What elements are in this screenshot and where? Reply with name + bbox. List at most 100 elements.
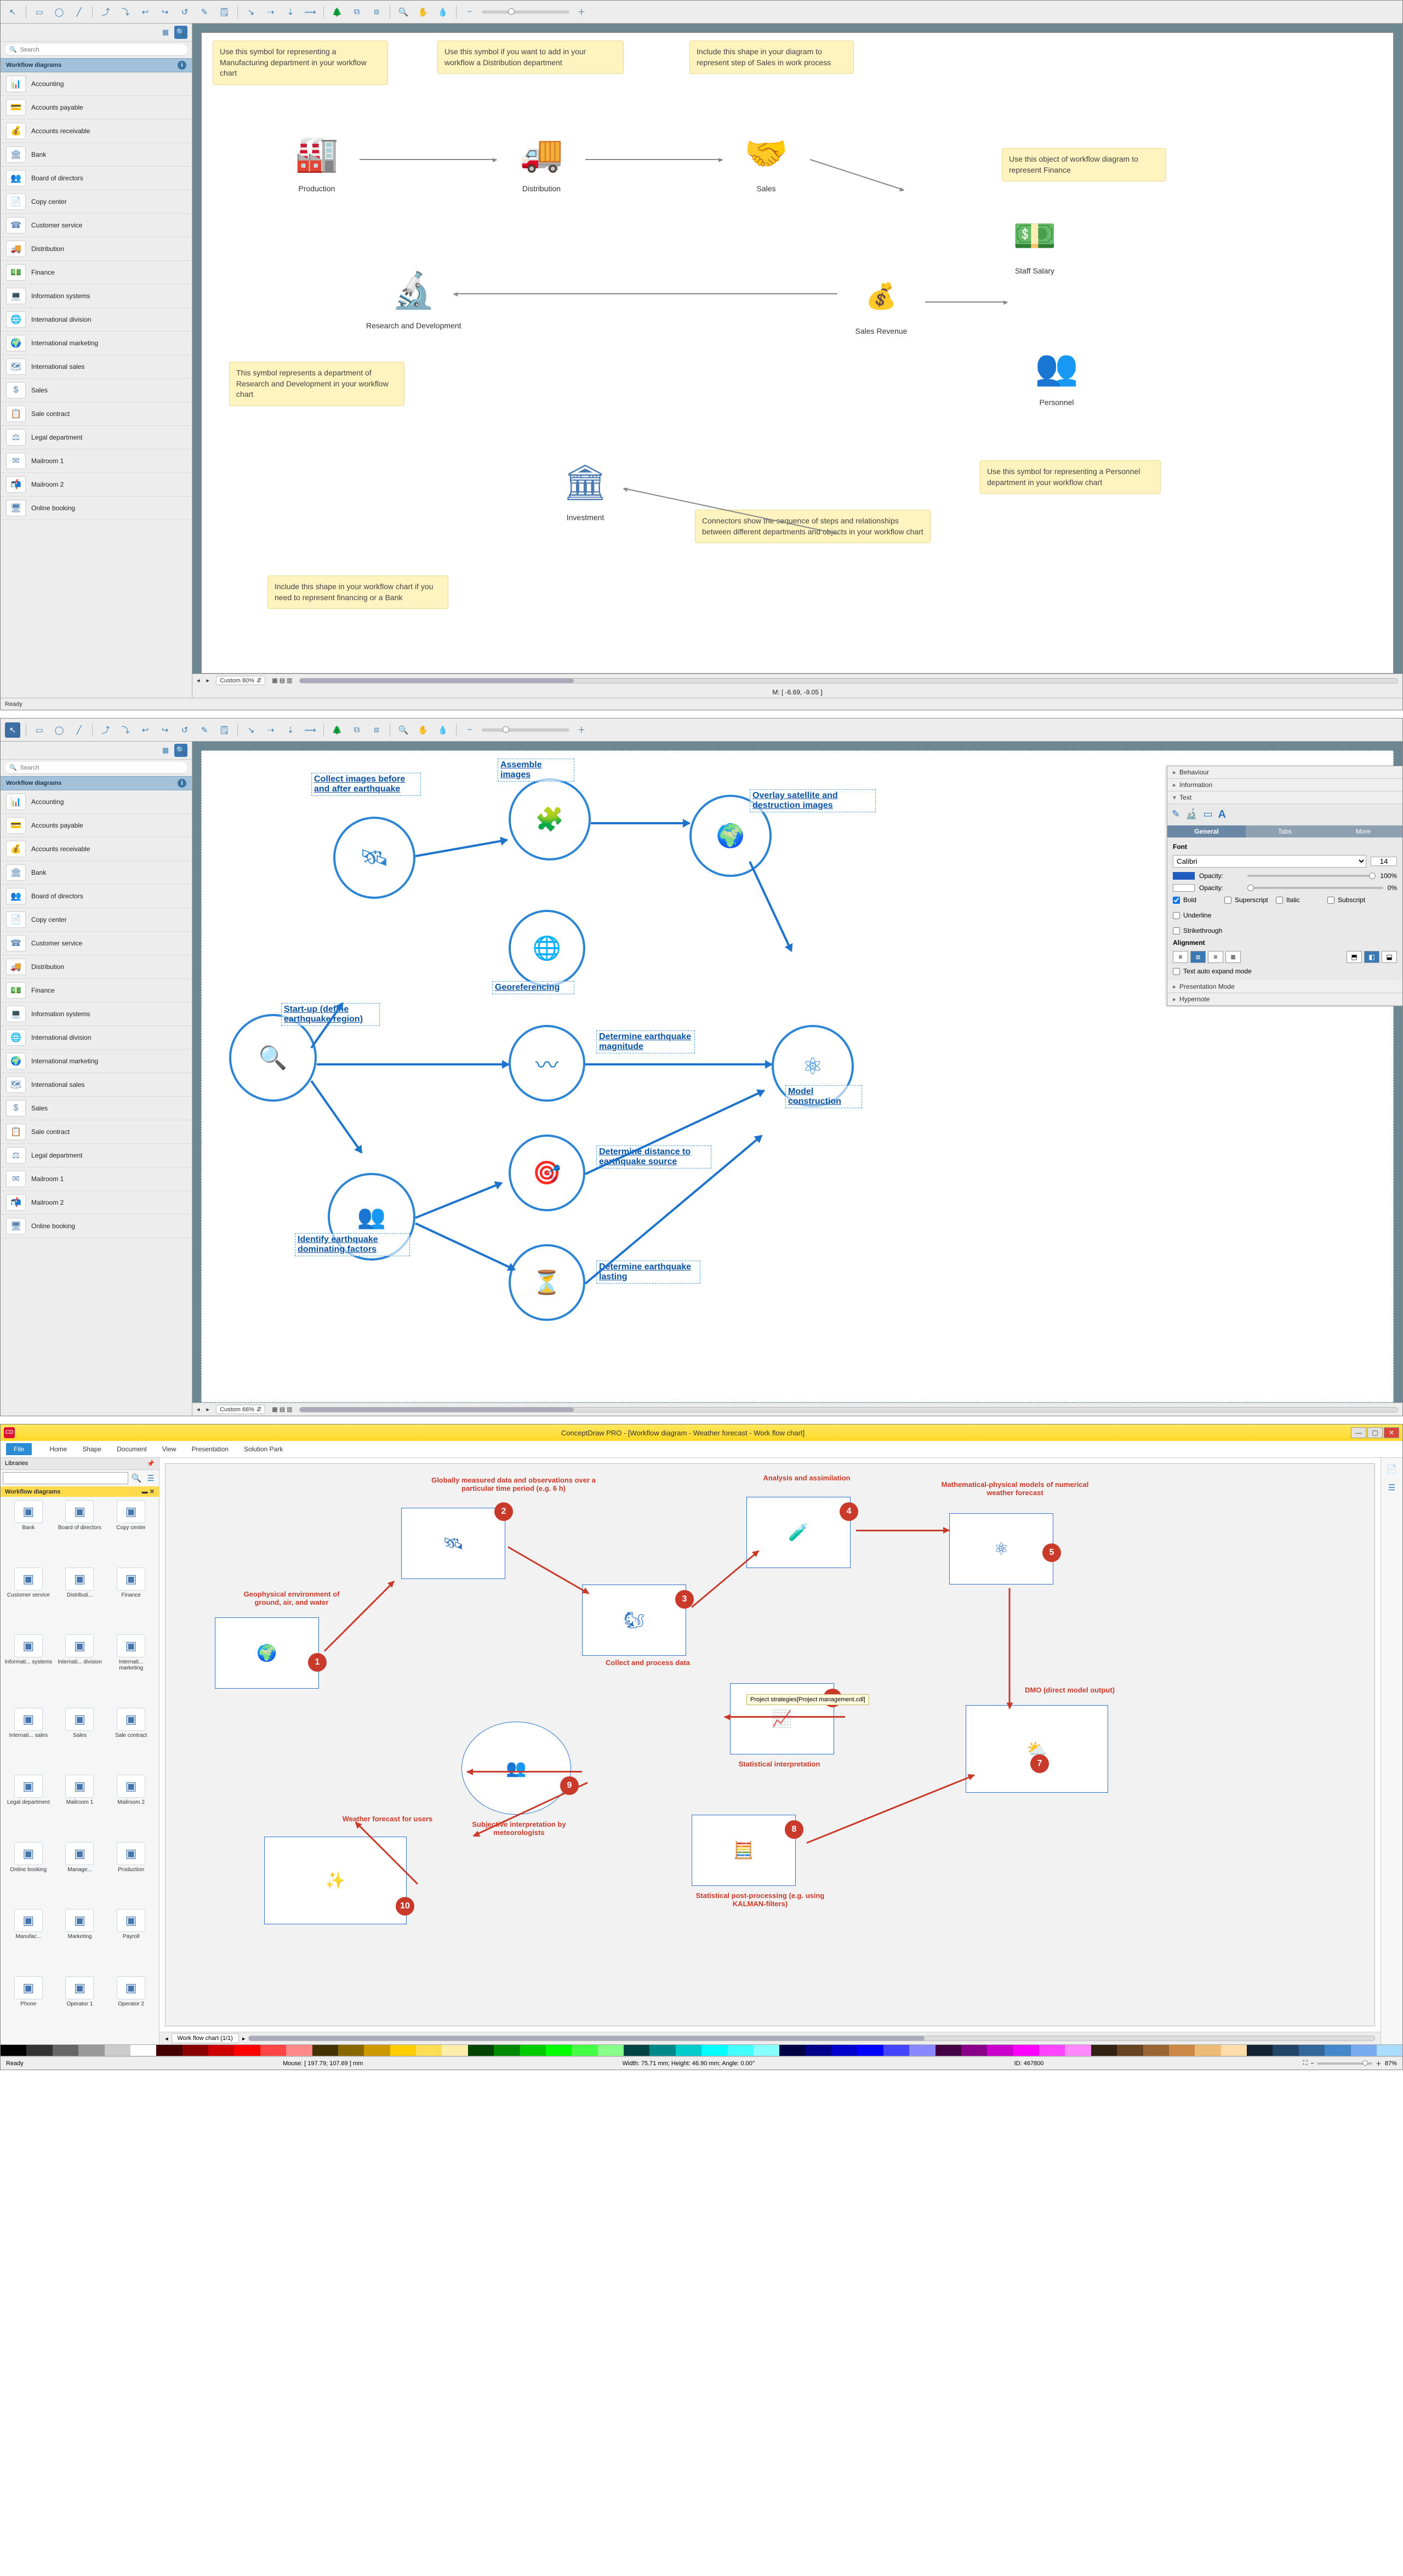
align-justify-icon[interactable]: ≣ [1225,951,1241,963]
palette-swatch[interactable] [546,2045,572,2056]
palette-swatch[interactable] [1169,2045,1195,2056]
palette-swatch[interactable] [338,2045,364,2056]
zoom-control[interactable]: Custom 80% ⇵ [216,676,265,685]
palette-swatch[interactable] [936,2045,961,2056]
tab-next-icon[interactable]: ▸ [242,2035,246,2042]
palette-swatch[interactable] [156,2045,182,2056]
layers-icon[interactable]: ☰ [1384,1480,1400,1495]
palette-swatch[interactable] [53,2045,78,2056]
library-grid-item[interactable]: ▣Board of directors [55,1500,105,1565]
palette-swatch[interactable] [416,2045,442,2056]
palette-swatch[interactable] [1195,2045,1221,2056]
library-grid-item[interactable]: ▣Sale contract [106,1708,156,1773]
node-sales-revenue[interactable]: 💰 Sales Revenue [848,269,914,335]
p3-library-header[interactable]: Workflow diagrams ▬ ✕ [1,1486,159,1497]
palette-swatch[interactable] [468,2045,494,2056]
tool-eyedrop-icon[interactable]: 💧 [435,4,450,20]
search-input[interactable] [20,47,183,53]
palette-swatch[interactable] [728,2045,754,2056]
library-grid-item[interactable]: ▣Phone [4,1976,53,2042]
library-item[interactable]: 🖥Online booking [1,1215,192,1238]
node-distance[interactable]: 🎯 [509,1135,585,1211]
library-item[interactable]: 💳Accounts payable [1,814,192,837]
palette-swatch[interactable] [1013,2045,1039,2056]
wf-node-1[interactable]: 🌍 [215,1617,319,1689]
h-scrollbar[interactable] [299,1407,1398,1412]
pin-icon[interactable]: 📌 [147,1460,155,1467]
library-item[interactable]: 💵Finance [1,261,192,284]
close-icon[interactable]: ✕ [150,1489,155,1495]
library-grid-item[interactable]: ▣Informati... systems [4,1634,53,1706]
library-item[interactable]: $Sales [1,379,192,402]
check-strike[interactable]: Strikethrough [1173,927,1397,934]
tool-conn1-icon[interactable]: ⤴ [98,4,113,20]
palette-swatch[interactable] [1143,2045,1169,2056]
inspector-section-behaviour[interactable]: Behaviour [1167,766,1402,779]
palette-swatch[interactable] [598,2045,624,2056]
palette-swatch[interactable] [312,2045,338,2056]
library-item[interactable]: 📊Accounting [1,790,192,814]
opacity-line-slider[interactable] [1247,887,1383,889]
palette-swatch[interactable] [806,2045,831,2056]
tool-zoomin-icon[interactable]: ＋ [574,4,589,20]
tool-zoom-in-icon[interactable]: 🔍 [396,4,411,20]
p3-diagram-canvas[interactable]: 🌍 1 Geophysical environment of ground, a… [165,1463,1375,2026]
library-grid-item[interactable]: ▣Internati... division [55,1634,105,1706]
tool-line-icon[interactable]: ╱ [71,4,87,20]
tab-more[interactable]: More [1324,825,1402,837]
zoom-out-icon[interactable]: − [1310,2060,1314,2067]
valign-top-icon[interactable]: ⬒ [1347,951,1362,963]
library-item[interactable]: 💳Accounts payable [1,96,192,119]
library-header[interactable]: Workflow diagramsi [1,776,192,790]
tool-conn-icon[interactable]: ↺ [177,722,192,738]
palette-swatch[interactable] [909,2045,935,2056]
search-input[interactable] [20,765,183,771]
library-item[interactable]: 🌍International marketing [1,1050,192,1073]
align-left-icon[interactable]: ≡ [1173,951,1188,963]
menu-presentation[interactable]: Presentation [191,1443,230,1455]
library-item[interactable]: 👥Board of directors [1,167,192,190]
tool-conn-icon[interactable]: ⤴ [98,722,113,738]
palette-swatch[interactable] [234,2045,260,2056]
palette-swatch[interactable] [1273,2045,1298,2056]
palette-swatch[interactable] [1091,2045,1117,2056]
search-icon[interactable]: 🔍 [130,1472,142,1484]
library-item[interactable]: 🚚Distribution [1,955,192,979]
palette-swatch[interactable] [961,2045,987,2056]
inspector-section-text[interactable]: Text [1167,791,1402,804]
h-scrollbar[interactable] [299,678,1398,683]
tool-zoomin-icon[interactable]: ＋ [574,722,589,738]
library-item[interactable]: 📬Mailroom 2 [1,1191,192,1215]
library-item[interactable]: 🌍International marketing [1,332,192,355]
tool-eyedrop-icon[interactable]: 💧 [435,722,450,738]
palette-swatch[interactable] [754,2045,779,2056]
tool-conn5-icon[interactable]: ↺ [177,4,192,20]
microscope-icon[interactable]: 🔬 [1185,808,1197,821]
palette-swatch[interactable] [624,2045,649,2056]
wf-node-7[interactable]: ⛅ [966,1705,1108,1793]
library-item[interactable]: ☎Customer service [1,214,192,237]
check-subscript[interactable]: Subscript [1327,896,1371,904]
node-production[interactable]: 🏭 Production [284,126,350,193]
nav-left-icon[interactable]: ◂ [197,677,200,684]
valign-mid-icon[interactable]: ◧ [1364,951,1379,963]
valign-bot-icon[interactable]: ⬓ [1382,951,1397,963]
library-item[interactable]: ⚖Legal department [1,426,192,449]
library-item[interactable]: ☎Customer service [1,932,192,955]
tool-rect-icon[interactable]: ▭ [32,4,47,20]
library-grid-item[interactable]: ▣Copy center [106,1500,156,1565]
menu-solutionpark[interactable]: Solution Park [243,1443,284,1455]
zoom-slider[interactable] [482,10,569,14]
library-item[interactable]: 🌐International division [1,308,192,332]
library-grid-item[interactable]: ▣Internati... marketing [106,1634,156,1706]
tab-tabs[interactable]: Tabs [1246,825,1324,837]
zoom-slider[interactable] [482,728,569,732]
collapse-icon[interactable]: ▬ [142,1489,148,1495]
library-item[interactable]: 🖥Online booking [1,497,192,520]
palette-swatch[interactable] [1065,2045,1091,2056]
font-select[interactable]: Calibri [1173,855,1366,868]
wf-node-9[interactable]: 👥 [461,1722,571,1815]
library-item[interactable]: 📬Mailroom 2 [1,473,192,497]
palette-swatch[interactable] [779,2045,805,2056]
tool-text-icon[interactable]: ✎ [197,4,212,20]
